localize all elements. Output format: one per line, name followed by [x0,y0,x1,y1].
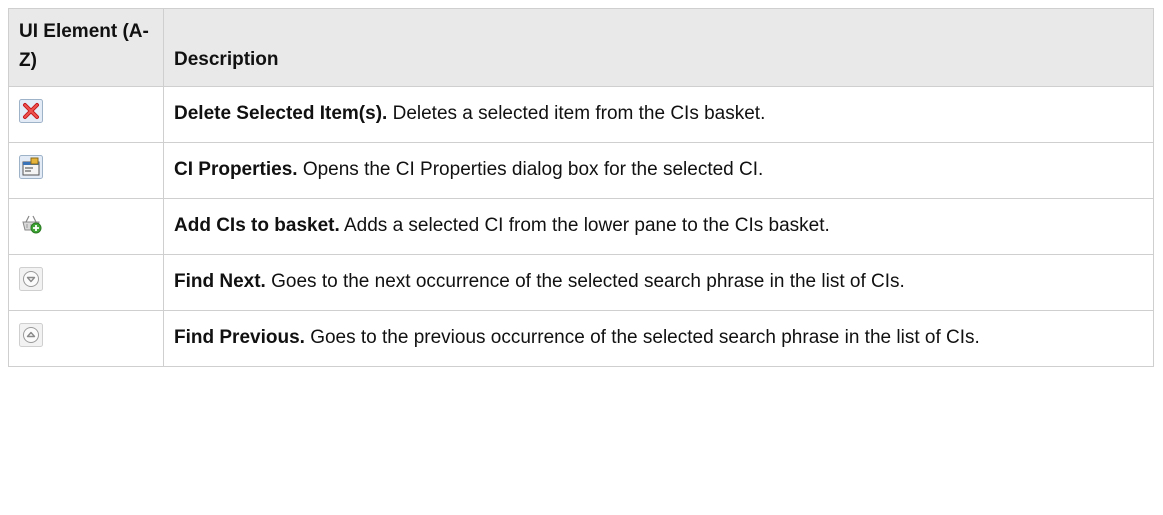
table-row: Add CIs to basket. Adds a selected CI fr… [8,198,1154,255]
item-description: Adds a selected CI from the lower pane t… [339,215,830,236]
item-description: Goes to the previous occurrence of the s… [304,327,980,348]
item-name: Find Previous. [174,327,305,348]
ui-element-cell [8,86,164,143]
item-description: Deletes a selected item from the CIs bas… [387,103,766,124]
header-ui-element: UI Element (A-Z) [8,8,164,87]
description-cell: Delete Selected Item(s). Deletes a selec… [163,86,1154,143]
item-description: Opens the CI Properties dialog box for t… [297,159,764,180]
table-header-row: UI Element (A-Z) Description [8,8,1154,87]
table-row: Find Next. Goes to the next occurrence o… [8,254,1154,311]
ui-element-cell [8,198,164,255]
item-name: Add CIs to basket. [174,215,340,236]
ui-element-cell [8,142,164,199]
item-name: Delete Selected Item(s). [174,103,388,124]
delete-icon [19,99,43,123]
ui-element-cell [8,310,164,367]
ui-elements-table: UI Element (A-Z) Description Delete Sele… [8,8,1154,367]
find-next-icon [19,267,43,291]
description-cell: Add CIs to basket. Adds a selected CI fr… [163,198,1154,255]
ci-properties-icon [19,155,43,179]
description-cell: Find Next. Goes to the next occurrence o… [163,254,1154,311]
description-cell: CI Properties. Opens the CI Properties d… [163,142,1154,199]
find-previous-icon [19,323,43,347]
add-to-basket-icon [19,211,43,235]
item-description: Goes to the next occurrence of the selec… [265,271,905,292]
table-row: CI Properties. Opens the CI Properties d… [8,142,1154,199]
description-cell: Find Previous. Goes to the previous occu… [163,310,1154,367]
ui-element-cell [8,254,164,311]
item-name: Find Next. [174,271,266,292]
table-row: Find Previous. Goes to the previous occu… [8,310,1154,367]
header-description: Description [163,8,1154,87]
item-name: CI Properties. [174,159,298,180]
table-row: Delete Selected Item(s). Deletes a selec… [8,86,1154,143]
